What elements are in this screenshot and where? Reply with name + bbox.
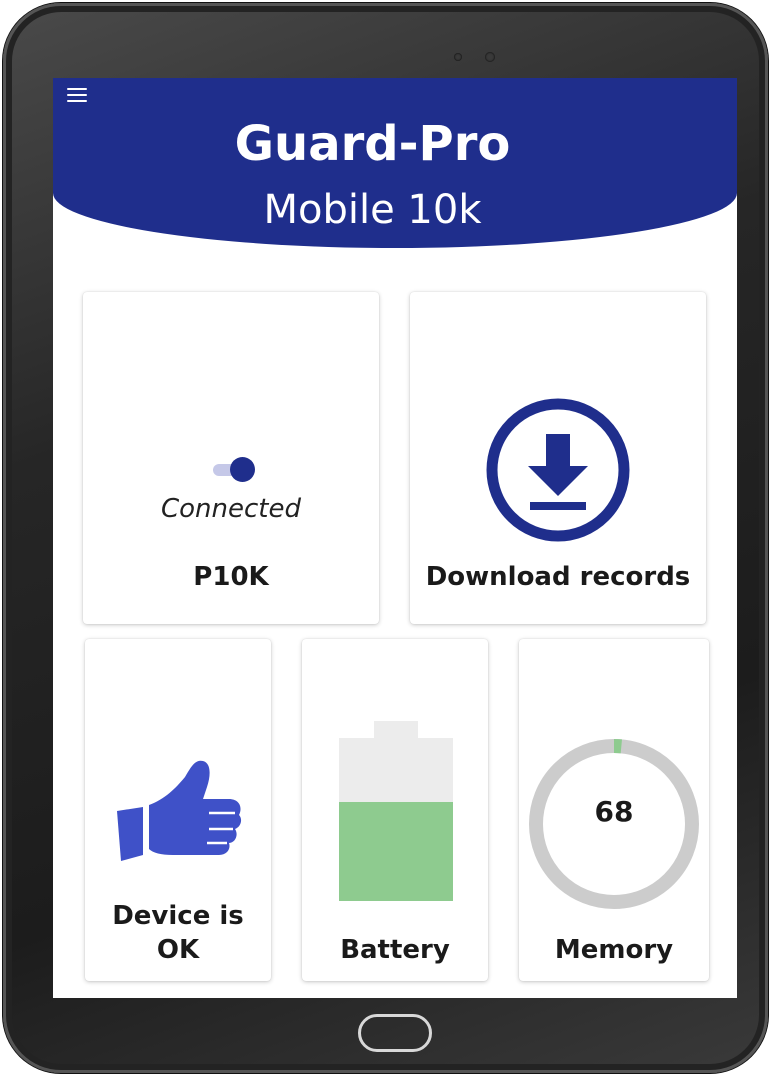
device-status-card[interactable]: Device is OK [85, 639, 271, 981]
toggle-knob [230, 457, 255, 482]
connection-toggle[interactable] [213, 455, 255, 483]
camera-dot [454, 53, 462, 61]
download-records-card[interactable]: Download records [410, 292, 706, 624]
download-circle-icon [486, 398, 630, 542]
battery-cap [374, 721, 418, 739]
camera-lens [485, 52, 495, 62]
memory-value: 68 [594, 795, 634, 828]
battery-icon [339, 721, 453, 901]
home-button[interactable] [358, 1014, 432, 1052]
device-status-label-line2: OK [156, 935, 200, 965]
battery-card[interactable]: Battery [302, 639, 488, 981]
connection-status: Connected [160, 494, 301, 524]
battery-level-fill [339, 801, 453, 901]
device-name-label: P10K [193, 562, 269, 592]
battery-body [339, 738, 453, 901]
app-subtitle: Mobile 10k [263, 187, 482, 233]
hamburger-menu-icon[interactable] [67, 88, 87, 104]
connection-card[interactable]: Connected P10K [83, 292, 379, 624]
memory-card[interactable]: 68 Memory [519, 639, 709, 981]
battery-label: Battery [340, 935, 450, 965]
download-records-label: Download records [425, 562, 691, 592]
memory-label: Memory [554, 935, 674, 965]
app-title: Guard-Pro [234, 116, 511, 172]
device-status-label-line1: Device is [112, 901, 244, 931]
thumbs-up-icon [117, 760, 242, 861]
app-header: Guard-Pro Mobile 10k [53, 78, 737, 248]
app-screen: Guard-Pro Mobile 10k Connected P10K Down… [53, 78, 737, 998]
